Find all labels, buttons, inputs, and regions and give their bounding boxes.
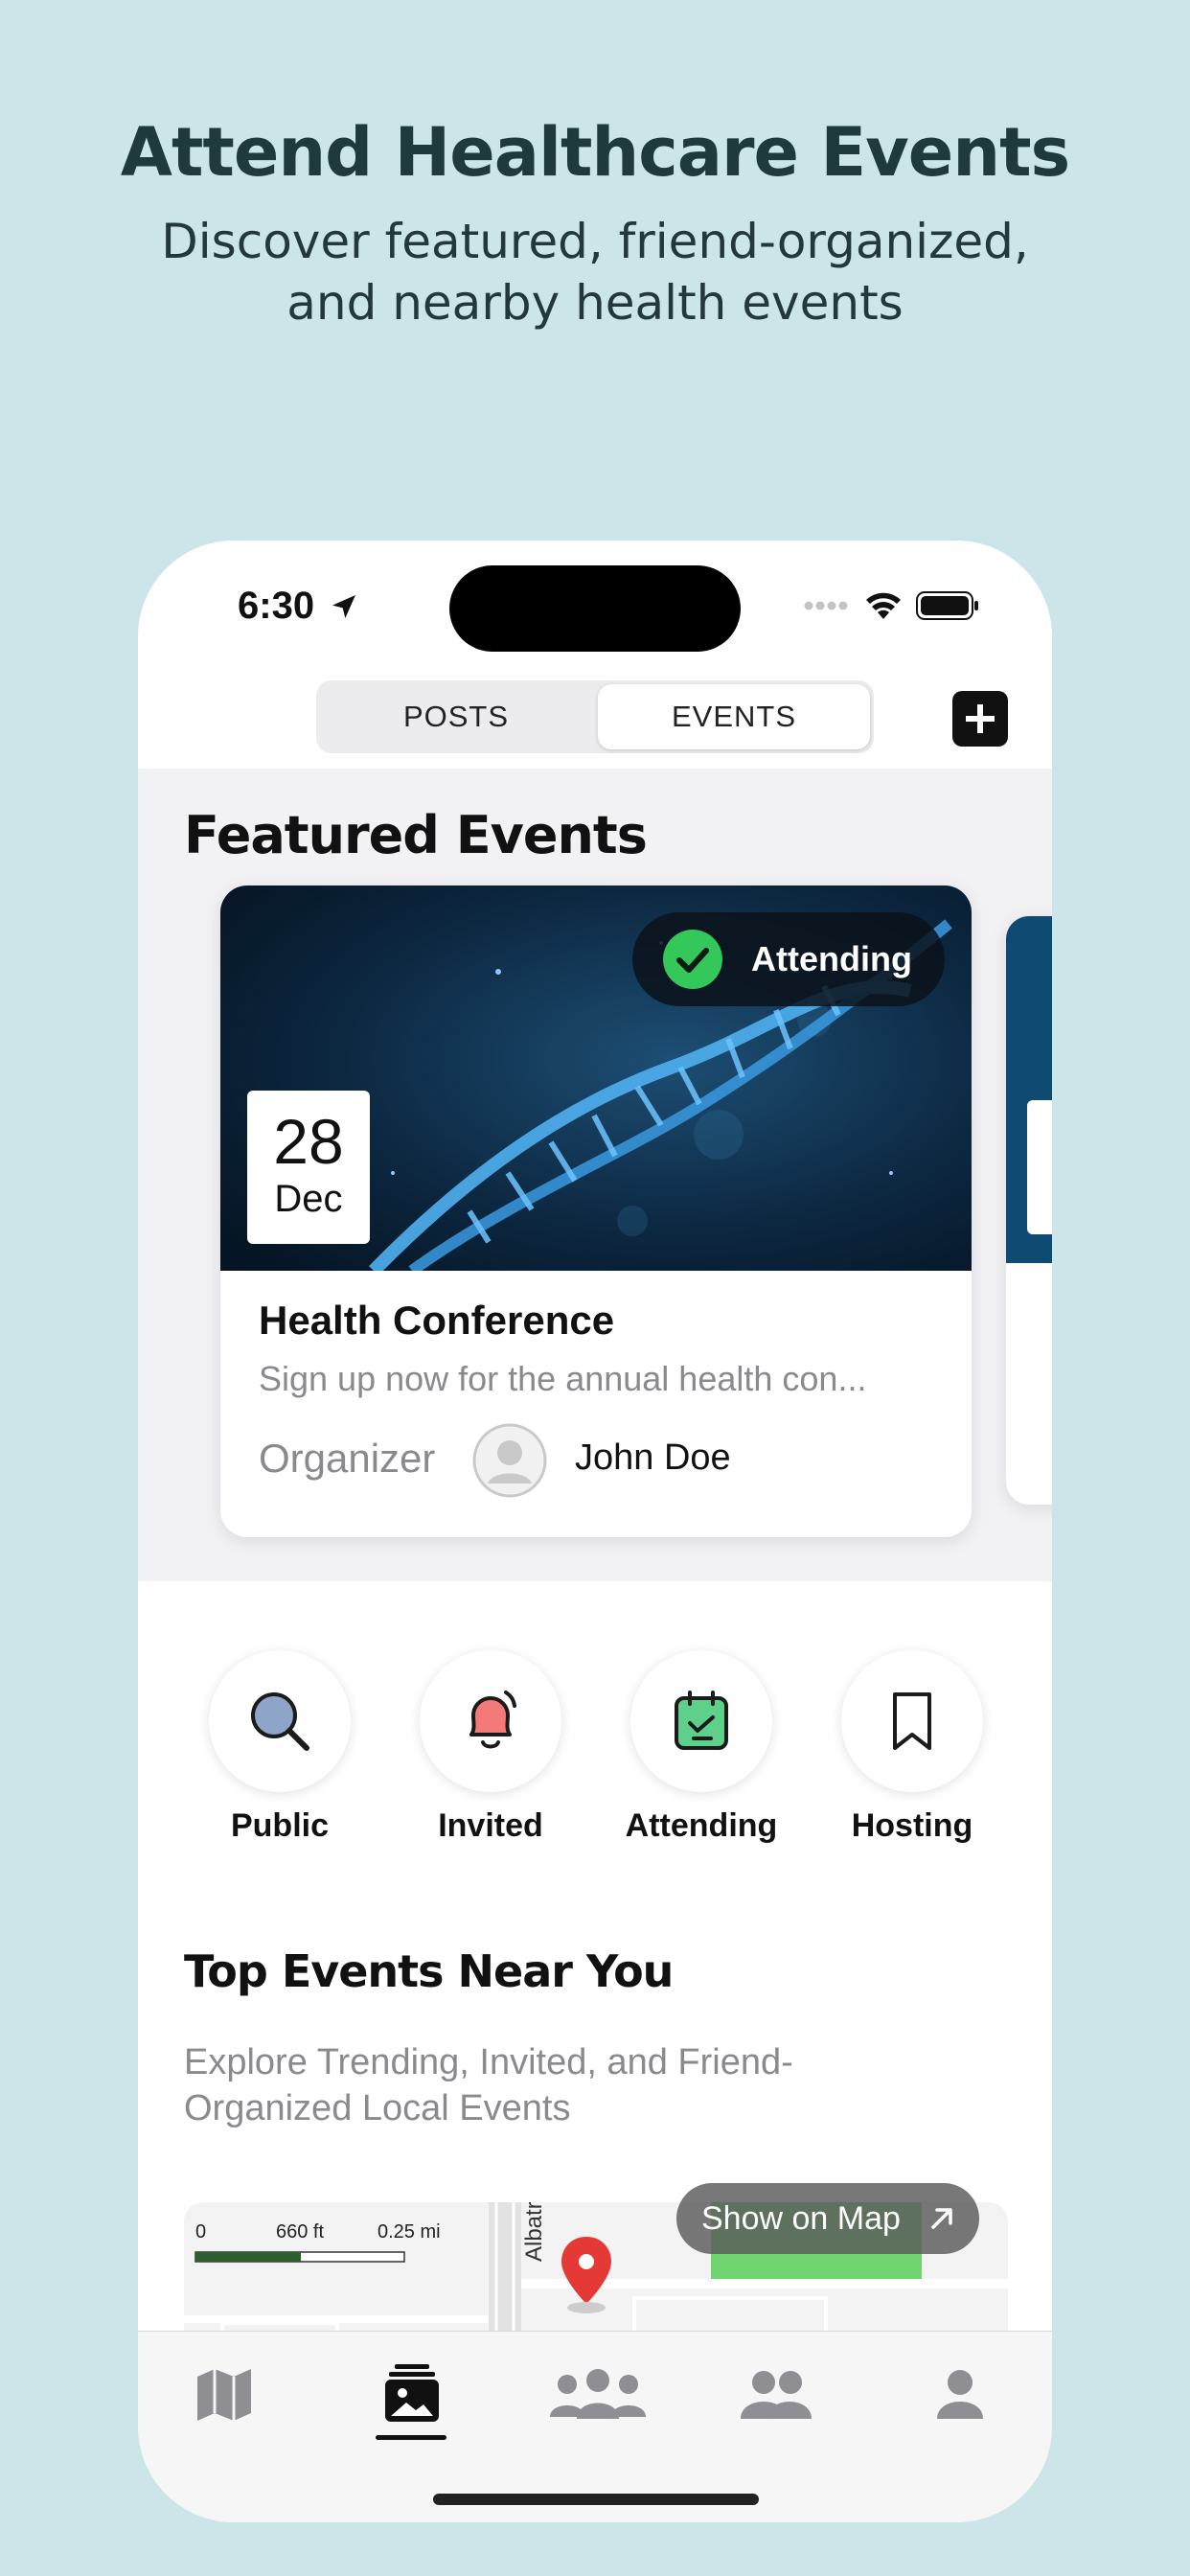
- organizer-name: John Doe: [575, 1438, 731, 1478]
- event-title: Health Conference: [259, 1298, 615, 1343]
- category-label: Public: [230, 1807, 330, 1844]
- profile-icon: [937, 2370, 983, 2419]
- bell-icon: [469, 1690, 516, 1749]
- friends-icon: [741, 2371, 812, 2419]
- time-text: 6:30: [238, 585, 315, 627]
- attending-status-badge: Attending: [632, 912, 945, 1006]
- tab-map[interactable]: [167, 2351, 282, 2437]
- tab-posts[interactable]: POSTS: [320, 684, 592, 749]
- add-event-button[interactable]: [952, 691, 1008, 747]
- map-scale-zero: 0: [195, 2221, 207, 2242]
- map-street-label: Albatross: [521, 2202, 547, 2262]
- posts-events-toggle: POSTS EVENTS: [316, 680, 874, 753]
- featured-event-card[interactable]: Attending 28 Dec Health Conference Sign …: [220, 886, 972, 1537]
- plus-icon: [966, 704, 995, 733]
- calendar-check-icon: [675, 1690, 728, 1750]
- attending-label: Attending: [751, 939, 912, 978]
- signal-icon: [804, 601, 848, 610]
- organizer-label: Organizer: [259, 1436, 436, 1481]
- map-icon: [197, 2369, 251, 2421]
- status-bar: 6:30: [138, 540, 1052, 656]
- selected-tab-indicator: [376, 2435, 446, 2440]
- tab-groups[interactable]: [540, 2351, 655, 2437]
- battery-icon: [916, 591, 978, 620]
- promo-subhead: Discover featured, friend-organized, and…: [161, 214, 1029, 331]
- nearby-description: Explore Trending, Invited, and Friend-Or…: [184, 2042, 793, 2128]
- category-label: Hosting: [851, 1807, 973, 1844]
- events-icon: [385, 2364, 439, 2422]
- check-circle-icon: [663, 930, 722, 989]
- next-event-date-badge: [1027, 1100, 1052, 1234]
- category-public[interactable]: Public: [184, 1650, 376, 1845]
- promo-headline: Attend Healthcare Events: [120, 113, 1070, 192]
- phone-frame: 6:30 POSTS EVENTS Featured Events Attend…: [138, 540, 1052, 2522]
- featured-title: Featured Events: [184, 805, 648, 865]
- avatar-icon: [472, 1423, 547, 1498]
- location-arrow-icon: [332, 595, 356, 618]
- search-icon: [251, 1692, 309, 1751]
- next-event-card[interactable]: [1006, 916, 1052, 1505]
- tab-events[interactable]: EVENTS: [598, 684, 870, 749]
- dynamic-island: [449, 565, 741, 652]
- category-hosting[interactable]: Hosting: [816, 1650, 1008, 1845]
- invited-button[interactable]: [420, 1650, 561, 1792]
- wifi-icon: [866, 592, 901, 619]
- map-scale-miles: 0.25 mi: [378, 2221, 441, 2242]
- nearby-title: Top Events Near You: [184, 1945, 674, 1997]
- map-scale-feet: 660 ft: [276, 2221, 325, 2242]
- status-time: 6:30: [238, 585, 359, 628]
- arrow-up-right-icon: [931, 2208, 952, 2229]
- bookmark-icon: [893, 1692, 931, 1750]
- attending-button[interactable]: [630, 1650, 772, 1792]
- home-indicator: [433, 2494, 759, 2505]
- tab-friends[interactable]: [719, 2351, 834, 2437]
- tab-profile[interactable]: [903, 2351, 1018, 2437]
- category-label: Attending: [625, 1807, 778, 1844]
- hosting-button[interactable]: [841, 1650, 983, 1792]
- event-date-month: Dec: [274, 1178, 343, 1220]
- category-label: Invited: [438, 1807, 543, 1844]
- category-invited[interactable]: Invited: [395, 1650, 586, 1845]
- category-attending[interactable]: Attending: [606, 1650, 797, 1845]
- event-date-day: 28: [273, 1106, 344, 1177]
- event-date-badge: 28 Dec: [247, 1091, 370, 1244]
- groups-icon: [550, 2369, 646, 2419]
- public-button[interactable]: [209, 1650, 351, 1792]
- show-on-map-button[interactable]: Show on Map: [676, 2183, 979, 2254]
- status-icons: [803, 590, 979, 621]
- event-description: Sign up now for the annual health con...: [259, 1359, 867, 1398]
- tab-events-feed[interactable]: [355, 2351, 469, 2437]
- show-on-map-label: Show on Map: [701, 2200, 901, 2237]
